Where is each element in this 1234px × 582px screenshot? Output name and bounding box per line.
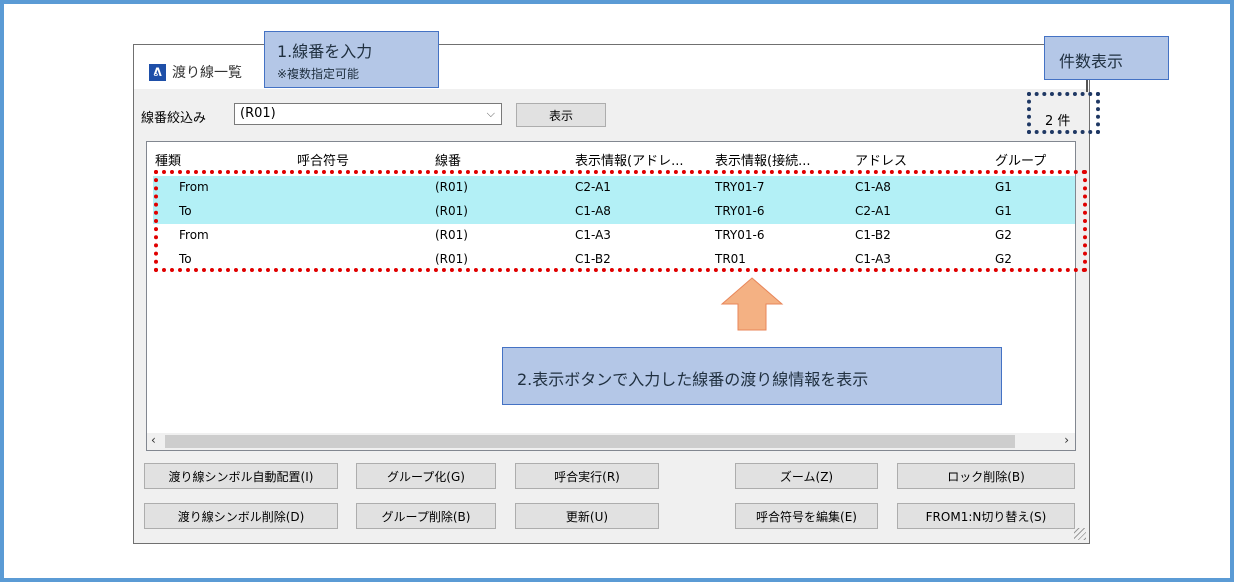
horizontal-scrollbar[interactable]: ‹ › (147, 433, 1075, 450)
step2-text: 2.表示ボタンで入力した線番の渡り線情報を表示 (517, 370, 869, 389)
delete-symbol-button[interactable]: 渡り線シンボル削除(D) (144, 503, 338, 529)
column-header-address[interactable]: アドレス (855, 150, 907, 169)
show-button[interactable]: 表示 (516, 103, 606, 127)
chevron-down-icon[interactable]: ⌵ (487, 107, 495, 121)
step2-callout: 2.表示ボタンで入力した線番の渡り線情報を表示 (502, 347, 1002, 405)
app-logo-icon: ᕕ (149, 64, 166, 81)
column-header-display-connection[interactable]: 表示情報(接続... (715, 150, 810, 169)
combo-value: (R01) (240, 106, 276, 121)
switch-from-button[interactable]: FROM1:N切り替え(S) (897, 503, 1075, 529)
column-header-call-code[interactable]: 呼合符号 (297, 150, 349, 169)
column-header-wire-number[interactable]: 線番 (435, 150, 461, 169)
auto-place-symbol-button[interactable]: 渡り線シンボル自動配置(I) (144, 463, 338, 489)
group-button[interactable]: グループ化(G) (356, 463, 496, 489)
step1-note: ※複数指定可能 (277, 67, 360, 81)
up-arrow-icon (720, 277, 784, 331)
edit-call-code-button[interactable]: 呼合符号を編集(E) (735, 503, 878, 529)
filter-label: 線番絞込み (141, 111, 207, 126)
call-execute-button[interactable]: 呼合実行(R) (515, 463, 659, 489)
refresh-button[interactable]: 更新(U) (515, 503, 659, 529)
scroll-right-icon[interactable]: › (1064, 433, 1069, 447)
record-count-unit: 件 (1057, 114, 1071, 129)
scrollbar-thumb[interactable] (165, 435, 1015, 448)
count-callout: 件数表示 (1044, 36, 1169, 80)
step1-callout: 1.線番を入力 ※複数指定可能 (264, 31, 439, 88)
wire-list-dialog: ᕕ 渡り線一覧 線番絞込み (R01) ⌵ 表示 種類 呼合符号 線番 表示情報… (133, 44, 1090, 544)
record-count-value: 2 (1045, 114, 1054, 129)
wire-number-combo[interactable]: (R01) ⌵ (234, 103, 502, 125)
unlock-button[interactable]: ロック削除(B) (897, 463, 1075, 489)
ungroup-button[interactable]: グループ削除(B) (356, 503, 496, 529)
zoom-button[interactable]: ズーム(Z) (735, 463, 878, 489)
column-header-display-address[interactable]: 表示情報(アドレ... (575, 150, 683, 169)
column-header-type[interactable]: 種類 (155, 150, 181, 169)
rows-highlight (154, 170, 1087, 272)
count-callout-connector (1086, 80, 1088, 92)
count-callout-label: 件数表示 (1059, 52, 1124, 71)
column-header-group[interactable]: グループ (995, 150, 1046, 169)
window-title: 渡り線一覧 (172, 65, 242, 81)
record-count: 2 件 (1045, 110, 1070, 129)
step1-title: 1.線番を入力 (277, 42, 373, 61)
scroll-left-icon[interactable]: ‹ (151, 433, 156, 447)
resize-grip-icon[interactable] (1074, 528, 1086, 540)
